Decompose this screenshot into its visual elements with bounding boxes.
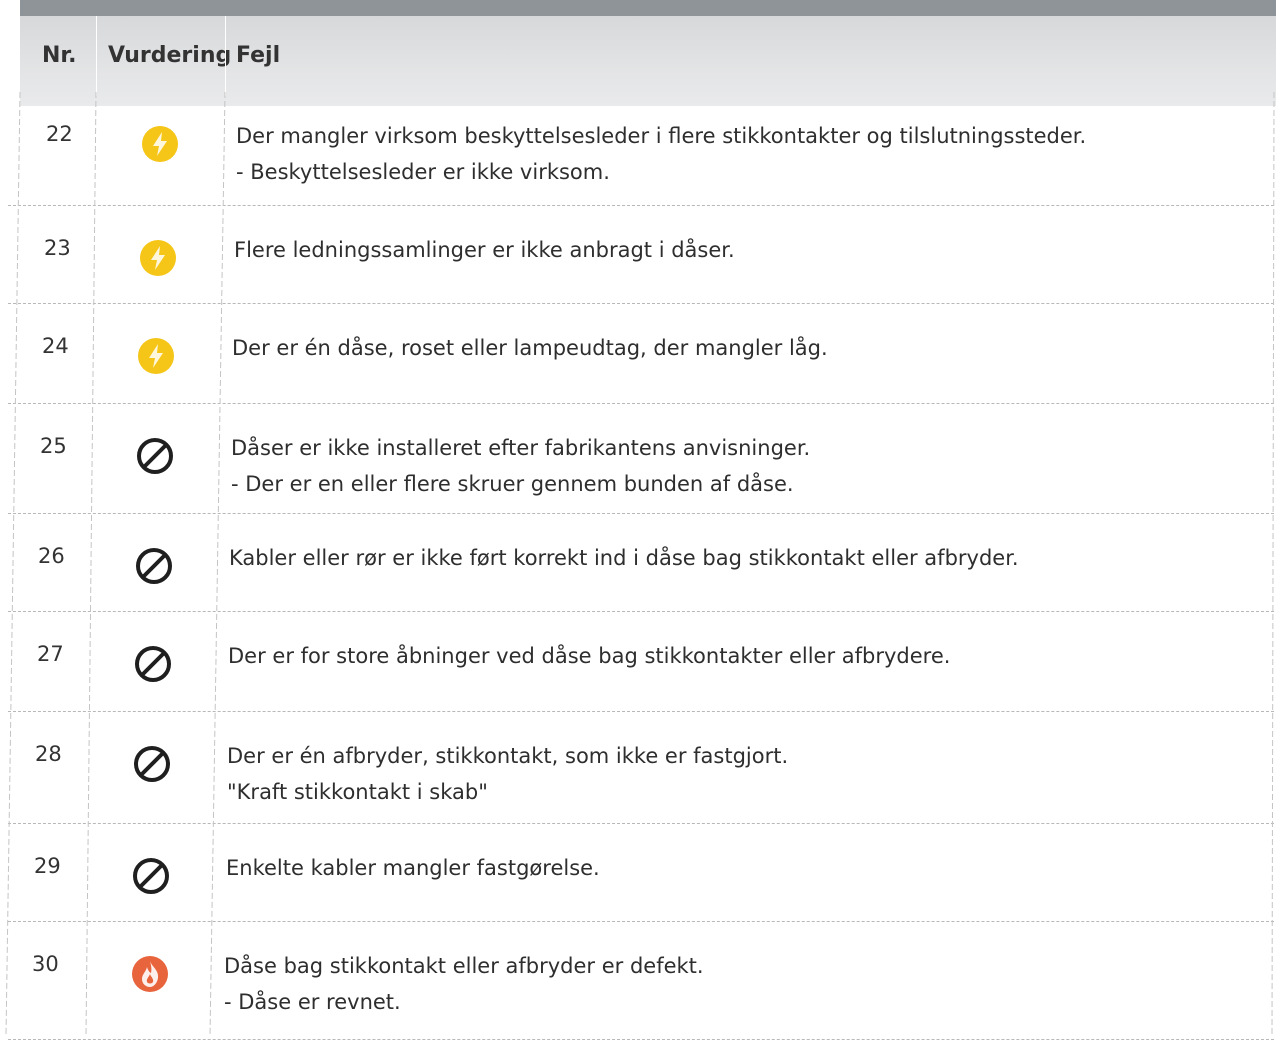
row-description: Der er én dåse, roset eller lampeudtag, …: [232, 330, 828, 366]
inspection-table: Nr. Vurdering Fejl 22 Der mangler virksom…: [0, 0, 1276, 1040]
header-vurdering: Vurdering: [108, 43, 232, 68]
table-row: 23 Flere ledningssamlinger er ikke anbrag…: [8, 206, 1274, 304]
row-number: 30: [32, 952, 59, 976]
header-separator: [96, 16, 97, 96]
description-line: - Der er en eller flere skruer gennem bu…: [231, 472, 794, 496]
header-separator: [225, 16, 226, 96]
table-row: 24 Der er én dåse, roset eller lampeudtag…: [8, 304, 1274, 404]
row-number: 25: [40, 434, 67, 458]
description-line: Dåse bag stikkontakt eller afbryder er d…: [224, 954, 704, 978]
row-description: Flere ledningssamlinger er ikke anbragt …: [234, 232, 735, 268]
row-description: Der er én afbryder, stikkontakt, som ikk…: [227, 738, 788, 810]
table-row: 28 Der er én afbryder, stikkontakt, som i…: [8, 712, 1274, 824]
header-nr: Nr.: [42, 43, 77, 68]
lightning-icon: [138, 238, 178, 278]
fire-icon: [130, 954, 170, 994]
scanned-edge: [20, 0, 1276, 16]
row-number: 29: [34, 854, 61, 878]
row-description: Dåser er ikke installeret efter fabrikan…: [231, 430, 810, 502]
table-row: 22 Der mangler virksom beskyttelsesleder …: [8, 92, 1274, 206]
table-row: 29 Enkelte kabler mangler fastgørelse.: [8, 824, 1274, 922]
description-line: Kabler eller rør er ikke ført korrekt in…: [229, 546, 1019, 570]
row-description: Dåse bag stikkontakt eller afbryder er d…: [224, 948, 704, 1020]
row-number: 26: [38, 544, 65, 568]
row-number: 24: [42, 334, 69, 358]
header-fejl: Fejl: [236, 43, 281, 68]
prohibited-icon: [132, 744, 172, 784]
description-line: Der er én afbryder, stikkontakt, som ikk…: [227, 744, 789, 768]
prohibited-icon: [135, 436, 175, 476]
lightning-icon: [140, 124, 180, 164]
description-line: Dåser er ikke installeret efter fabrikan…: [231, 436, 811, 460]
row-number: 22: [46, 122, 73, 146]
row-description: Der mangler virksom beskyttelsesleder i …: [236, 118, 1086, 190]
table-row: 25 Dåser er ikke installeret efter fabrik…: [8, 404, 1274, 514]
prohibited-icon: [134, 546, 174, 586]
table-row: 27 Der er for store åbninger ved dåse bag…: [8, 612, 1274, 712]
row-description: Enkelte kabler mangler fastgørelse.: [226, 850, 600, 886]
description-line: Flere ledningssamlinger er ikke anbragt …: [234, 238, 735, 262]
table-row: 30 Dåse bag stikkontakt eller afbryder er…: [8, 922, 1274, 1040]
description-line: - Dåse er revnet.: [224, 990, 401, 1014]
row-number: 28: [35, 742, 62, 766]
prohibited-icon: [133, 644, 173, 684]
row-number: 23: [44, 236, 71, 260]
table-row: 26 Kabler eller rør er ikke ført korrekt …: [8, 514, 1274, 612]
lightning-icon: [136, 336, 176, 376]
description-line: Der er én dåse, roset eller lampeudtag, …: [232, 336, 828, 360]
description-line: Der er for store åbninger ved dåse bag s…: [228, 644, 951, 668]
row-description: Kabler eller rør er ikke ført korrekt in…: [229, 540, 1019, 576]
row-description: Der er for store åbninger ved dåse bag s…: [228, 638, 950, 674]
description-line: Enkelte kabler mangler fastgørelse.: [226, 856, 600, 880]
description-line: "Kraft stikkontakt i skab": [227, 780, 488, 804]
description-line: Der mangler virksom beskyttelsesleder i …: [236, 124, 1087, 148]
prohibited-icon: [131, 856, 171, 896]
description-line: - Beskyttelsesleder er ikke virksom.: [236, 160, 610, 184]
row-number: 27: [37, 642, 64, 666]
